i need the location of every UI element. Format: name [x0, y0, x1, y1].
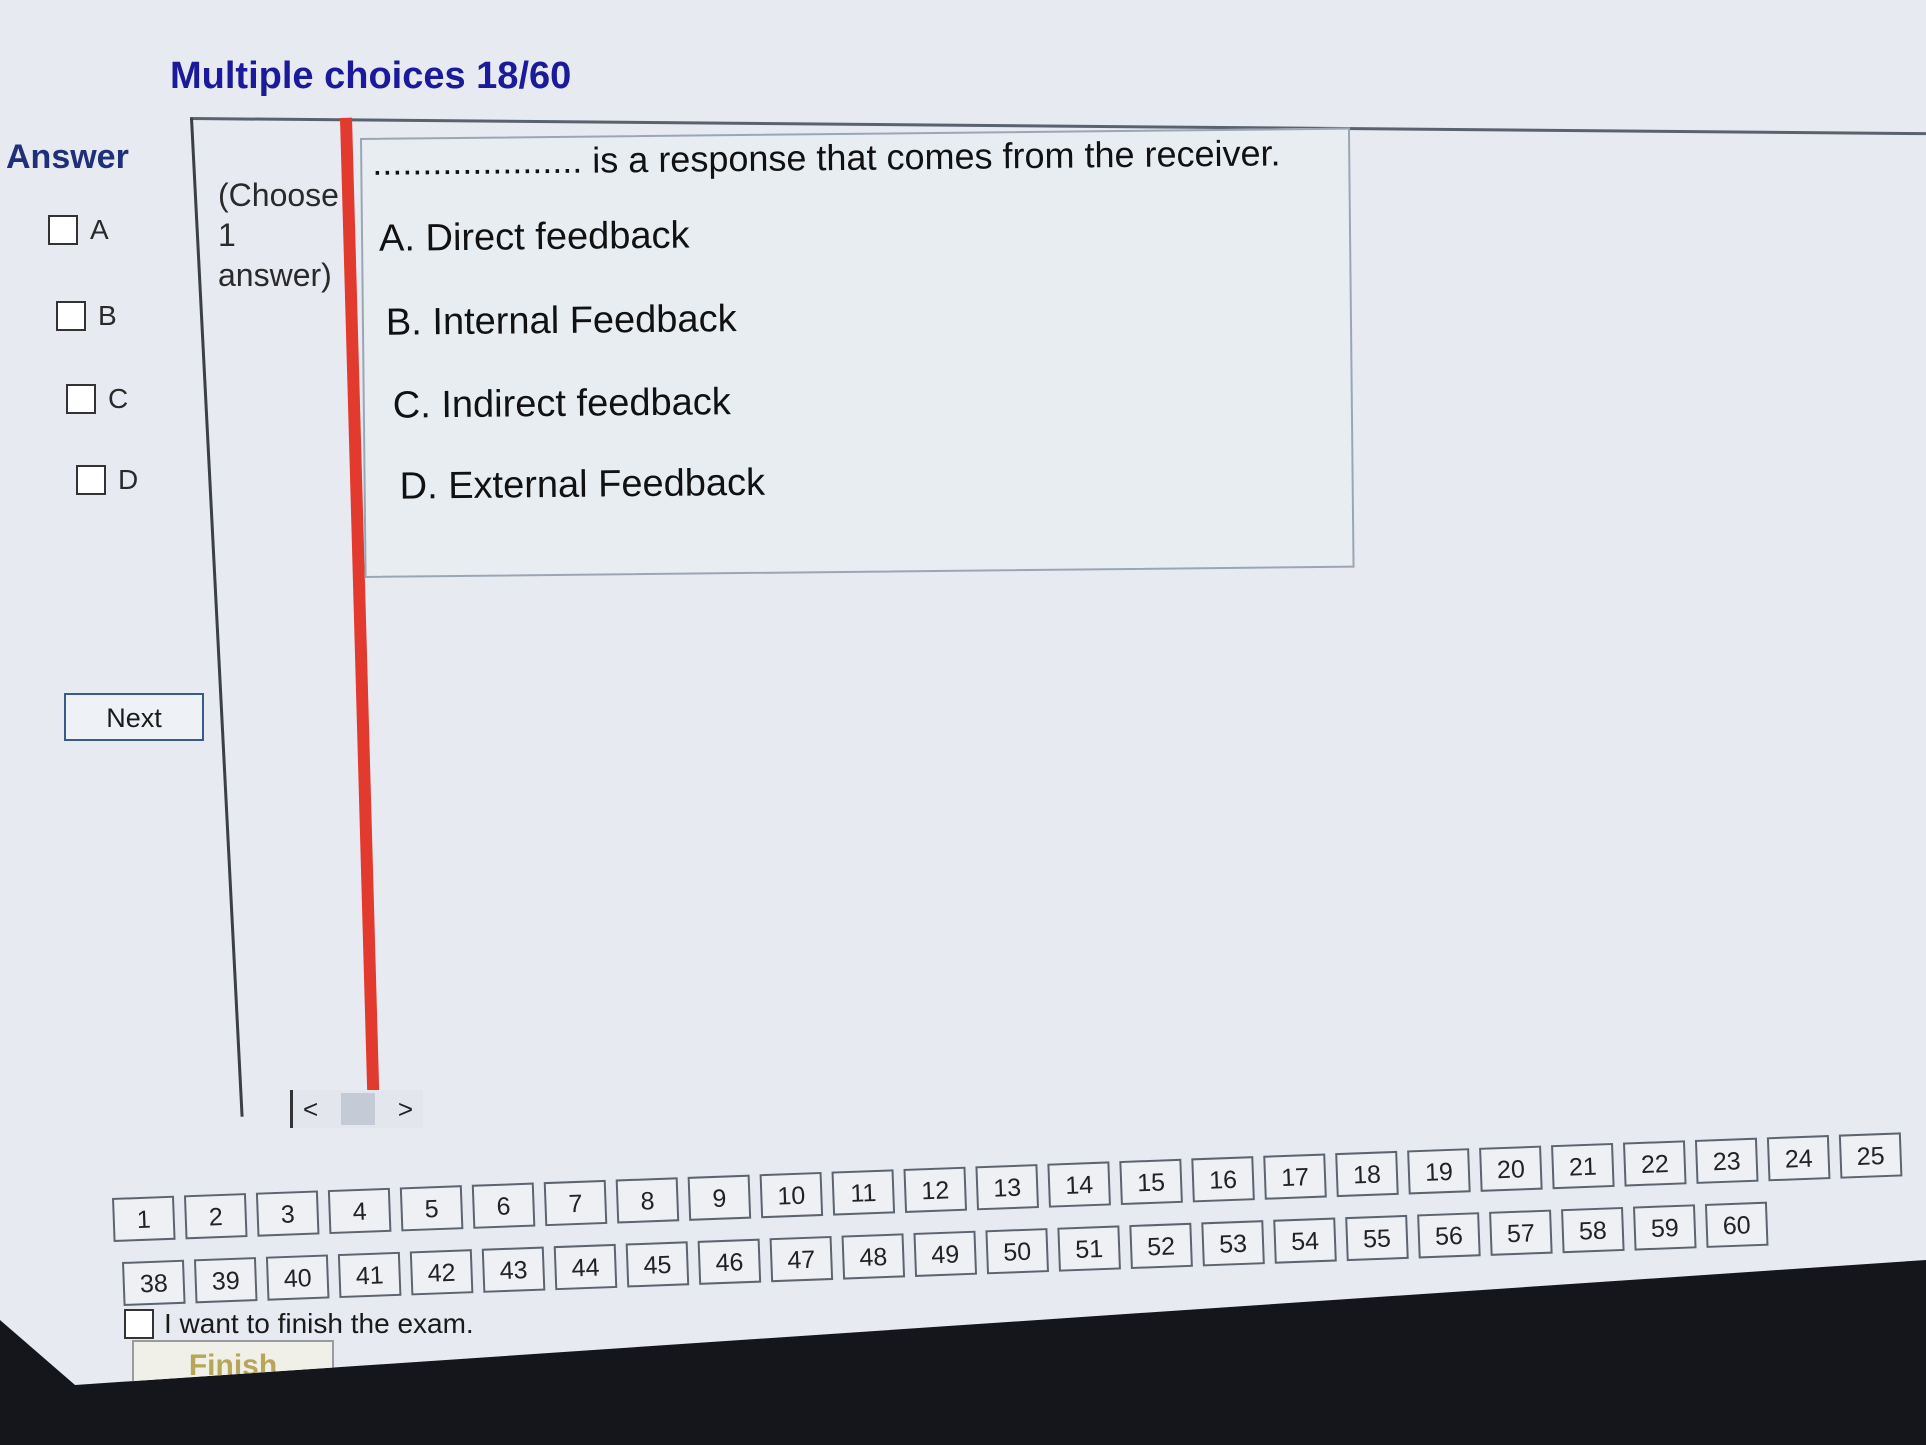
question-nav-button[interactable]: 56	[1417, 1212, 1481, 1259]
answer-option-b-label: B	[98, 300, 117, 331]
answer-label: Answer	[6, 138, 129, 176]
question-nav-button[interactable]: 21	[1551, 1142, 1615, 1190]
question-nav-button[interactable]: 45	[625, 1241, 690, 1288]
question-nav-button[interactable]: 1	[112, 1195, 176, 1242]
question-nav-button[interactable]: 15	[1119, 1158, 1183, 1206]
question-nav-button[interactable]: 40	[265, 1254, 330, 1301]
question-nav-button[interactable]: 48	[841, 1233, 906, 1280]
question-nav-button[interactable]: 14	[1047, 1161, 1111, 1208]
question-nav-button[interactable]: 4	[327, 1187, 392, 1235]
question-nav-button[interactable]: 60	[1704, 1201, 1769, 1248]
question-nav-button[interactable]: 58	[1561, 1206, 1625, 1254]
question-nav-button[interactable]: 5	[399, 1185, 464, 1232]
question-nav-button[interactable]: 18	[1335, 1150, 1399, 1198]
finish-confirm[interactable]: I want to finish the exam.	[124, 1308, 474, 1340]
answer-option-c[interactable]: C	[66, 383, 128, 415]
answer-option-a-label: A	[90, 214, 109, 245]
question-nav-button[interactable]: 10	[759, 1171, 824, 1219]
question-nav-button[interactable]: 22	[1622, 1140, 1687, 1187]
question-nav-button[interactable]: 38	[122, 1259, 186, 1306]
question-nav-button[interactable]: 44	[553, 1243, 618, 1291]
question-nav-button[interactable]: 6	[471, 1182, 536, 1229]
scroll-left-arrow[interactable]: <	[293, 1094, 328, 1125]
question-text: ..................... is a response that…	[372, 132, 1281, 183]
scroll-right-arrow[interactable]: >	[388, 1094, 423, 1125]
answer-option-c-label: C	[108, 383, 129, 414]
question-nav-button[interactable]: 55	[1345, 1214, 1409, 1262]
question-nav-button[interactable]: 50	[985, 1228, 1049, 1275]
question-nav-button[interactable]: 20	[1479, 1145, 1543, 1192]
question-nav-button[interactable]: 24	[1766, 1135, 1831, 1182]
question-nav-button[interactable]: 13	[975, 1164, 1039, 1211]
question-nav-button[interactable]: 51	[1057, 1225, 1121, 1272]
question-nav-button[interactable]: 53	[1201, 1220, 1265, 1267]
instruction-line-3: answer)	[218, 257, 332, 293]
question-box: ..................... is a response that…	[360, 127, 1355, 578]
answer-option-d-label: D	[118, 464, 139, 495]
question-nav-button[interactable]: 17	[1263, 1153, 1327, 1200]
question-nav-button[interactable]: 7	[543, 1179, 608, 1227]
scroll-thumb[interactable]	[341, 1093, 375, 1125]
question-nav-button[interactable]: 59	[1632, 1204, 1697, 1251]
question-nav-button[interactable]: 3	[255, 1190, 320, 1237]
question-nav-button[interactable]: 8	[615, 1177, 680, 1224]
question-nav-button[interactable]: 9	[687, 1174, 752, 1221]
instruction-line-2: 1	[218, 217, 236, 253]
question-nav-button[interactable]: 2	[183, 1193, 248, 1240]
checkbox-b[interactable]	[56, 301, 86, 331]
next-button[interactable]: Next	[64, 693, 204, 741]
question-nav-button[interactable]: 43	[481, 1246, 546, 1293]
question-nav-button[interactable]: 16	[1191, 1156, 1255, 1203]
checkbox-a[interactable]	[48, 215, 78, 245]
question-nav-button[interactable]: 42	[409, 1249, 474, 1296]
horizontal-scrollbar[interactable]: < >	[290, 1090, 423, 1128]
answer-option-d[interactable]: D	[76, 464, 138, 496]
question-nav-button[interactable]: 47	[769, 1235, 834, 1283]
question-nav-button[interactable]: 49	[913, 1230, 978, 1277]
finish-button[interactable]: Finish	[132, 1340, 334, 1385]
question-nav-button[interactable]: 46	[697, 1238, 762, 1285]
instruction-text: (Choose 1 answer)	[218, 175, 348, 295]
question-nav-button[interactable]: 52	[1129, 1222, 1193, 1270]
question-nav-button[interactable]: 11	[831, 1169, 896, 1216]
answer-option-a[interactable]: A	[48, 214, 109, 246]
choice-c: C. Indirect feedback	[392, 381, 731, 427]
question-nav-button[interactable]: 19	[1407, 1148, 1471, 1195]
choice-d: D. External Feedback	[399, 461, 766, 508]
question-nav-button[interactable]: 41	[337, 1251, 402, 1299]
question-nav-button[interactable]: 23	[1694, 1137, 1759, 1184]
question-nav-button[interactable]: 39	[193, 1257, 258, 1304]
finish-checkbox-label: I want to finish the exam.	[164, 1308, 474, 1339]
instruction-line-1: (Choose	[218, 177, 339, 213]
choice-b: B. Internal Feedback	[385, 298, 737, 344]
exam-screen: Multiple choices 18/60 Answer A B C D Ne…	[0, 0, 1926, 1385]
question-nav-button[interactable]: 25	[1838, 1132, 1903, 1179]
page-title: Multiple choices 18/60	[170, 55, 572, 97]
choice-a: A. Direct feedback	[378, 214, 690, 260]
finish-checkbox[interactable]	[124, 1309, 154, 1339]
question-nav-button[interactable]: 12	[903, 1166, 968, 1213]
question-nav-button[interactable]: 54	[1273, 1217, 1337, 1264]
question-nav-button[interactable]: 57	[1489, 1209, 1553, 1256]
checkbox-c[interactable]	[66, 384, 96, 414]
checkbox-d[interactable]	[76, 465, 106, 495]
answer-option-b[interactable]: B	[56, 300, 117, 332]
